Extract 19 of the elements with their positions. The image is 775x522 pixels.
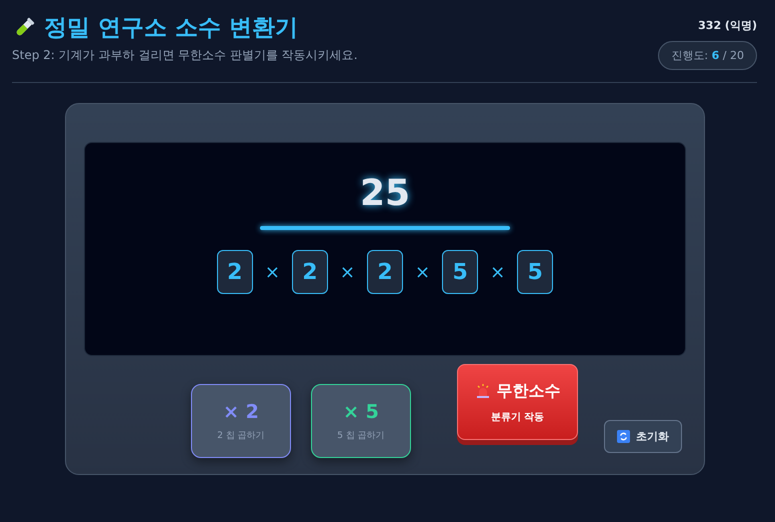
times-sign: × — [340, 262, 355, 282]
factor-chip: 2 — [292, 250, 328, 294]
times-sign: × — [264, 262, 280, 282]
times-sign: × — [415, 262, 430, 282]
app-title: 정밀 연구소 소수 변환기 — [44, 14, 298, 43]
reset-button[interactable]: 초기화 — [604, 420, 682, 453]
refresh-icon — [617, 430, 630, 443]
target-number: 25 — [360, 173, 410, 214]
factor-chip: 2 — [216, 250, 253, 294]
progress-pill: 진행도: 6 / 20 — [658, 41, 757, 70]
siren-icon — [474, 383, 490, 399]
factor-chip: 5 — [517, 250, 554, 294]
instruction-text: Step 2: 기계가 과부하 걸리면 무한소수 판별기를 작동시키세요. — [12, 47, 358, 64]
factor-chip: 5 — [442, 250, 478, 294]
multiply-button[interactable]: × 5 5 칩 곱하기 — [311, 384, 411, 458]
user-label: 332 (익명) — [698, 18, 757, 33]
factor-chip: 2 — [367, 250, 403, 294]
times-sign: × — [490, 262, 506, 282]
multiply-button[interactable]: × 2 2 칩 곱하기 — [191, 384, 291, 458]
